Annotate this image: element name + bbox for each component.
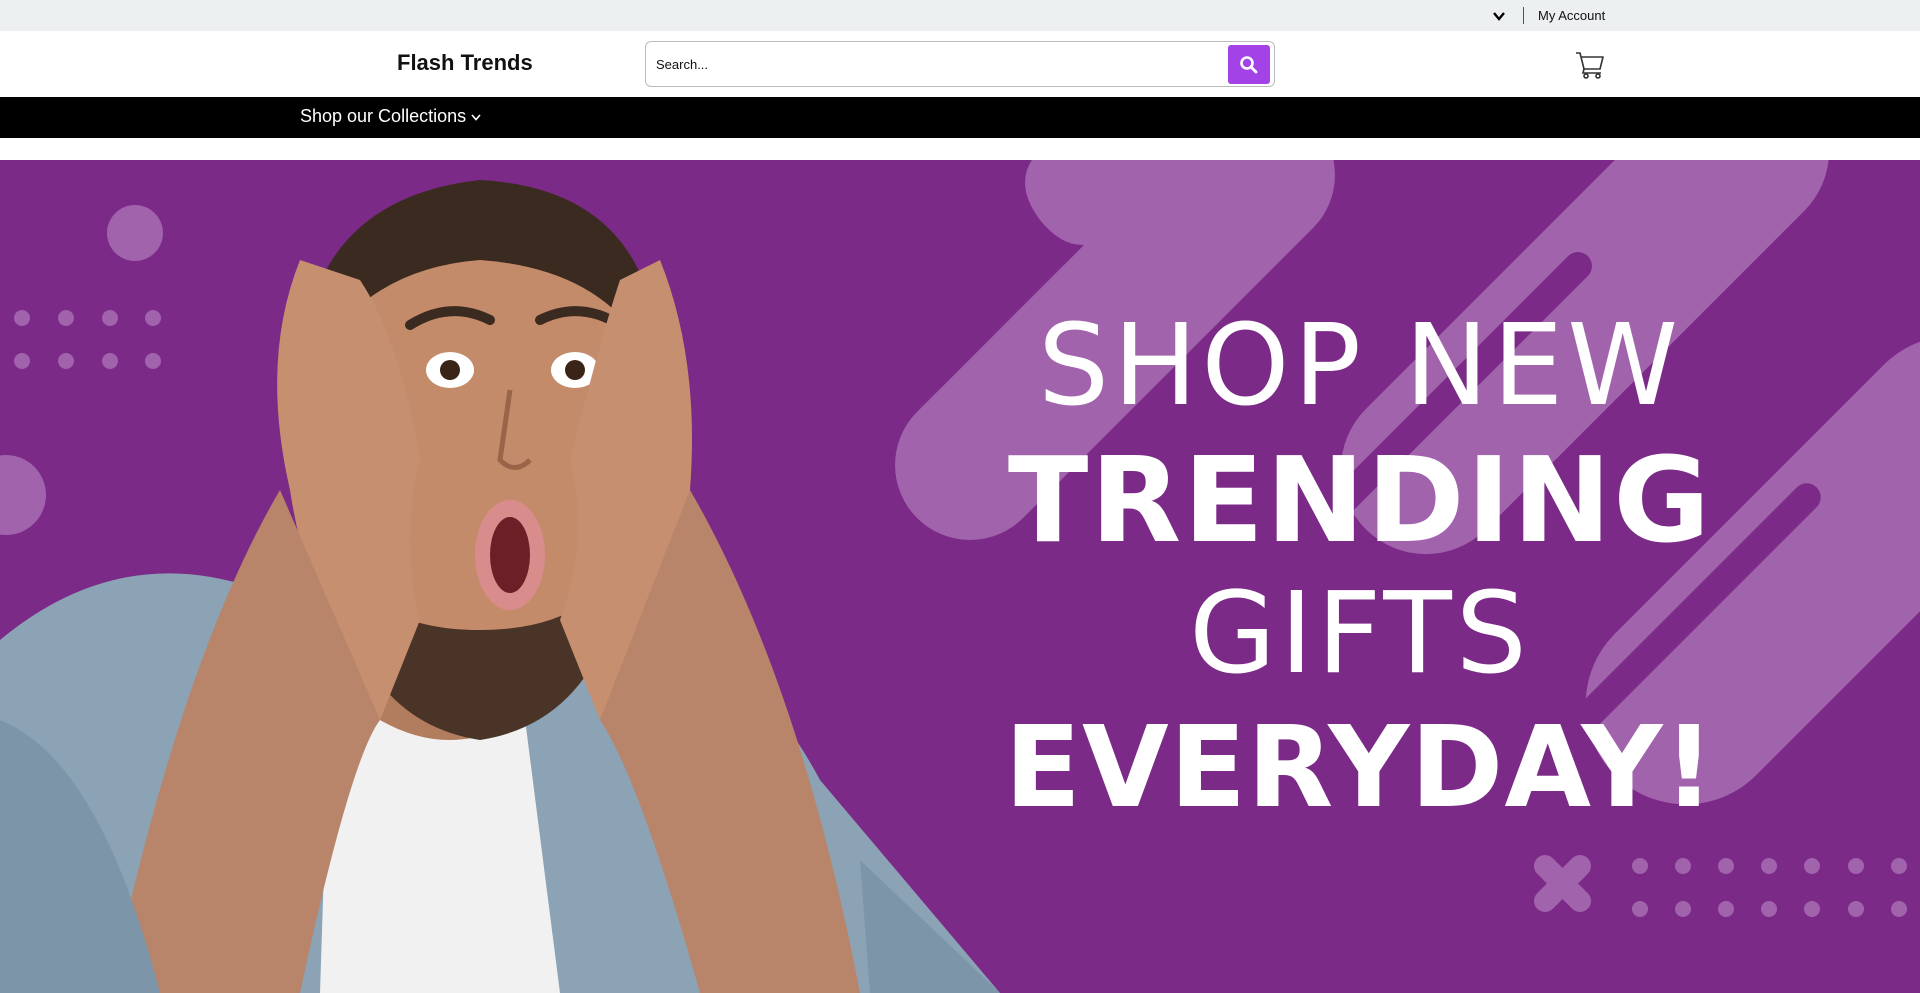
chevron-down-icon	[471, 113, 481, 121]
top-utility-bar: My Account	[0, 0, 1920, 31]
main-nav: Shop our Collections	[0, 97, 1920, 138]
hero-headline: SHOP NEW TRENDING GIFTS EVERYDAY!	[960, 300, 1760, 836]
search-bar	[645, 41, 1275, 87]
site-logo[interactable]: Flash Trends	[397, 50, 533, 76]
search-button[interactable]	[1228, 45, 1270, 84]
hero-line-3: GIFTS	[1189, 569, 1531, 699]
search-icon	[1240, 55, 1258, 73]
site-header: Flash Trends	[0, 31, 1920, 97]
search-input[interactable]	[656, 50, 1216, 78]
surprised-man-photo	[0, 180, 1000, 993]
chevron-down-icon[interactable]	[1491, 8, 1507, 24]
shopping-cart-icon[interactable]	[1574, 48, 1606, 80]
hero-banner[interactable]: SHOP NEW TRENDING GIFTS EVERYDAY!	[0, 160, 1920, 993]
hero-line-2: TRENDING	[1007, 431, 1713, 569]
divider	[1523, 7, 1524, 24]
hero-line-4: EVERYDAY!	[1004, 703, 1716, 833]
my-account-link[interactable]: My Account	[1538, 8, 1605, 23]
shop-collections-menu[interactable]: Shop our Collections	[300, 106, 482, 127]
hero-line-1: SHOP NEW	[1038, 301, 1682, 431]
shop-collections-label: Shop our Collections	[300, 106, 467, 126]
